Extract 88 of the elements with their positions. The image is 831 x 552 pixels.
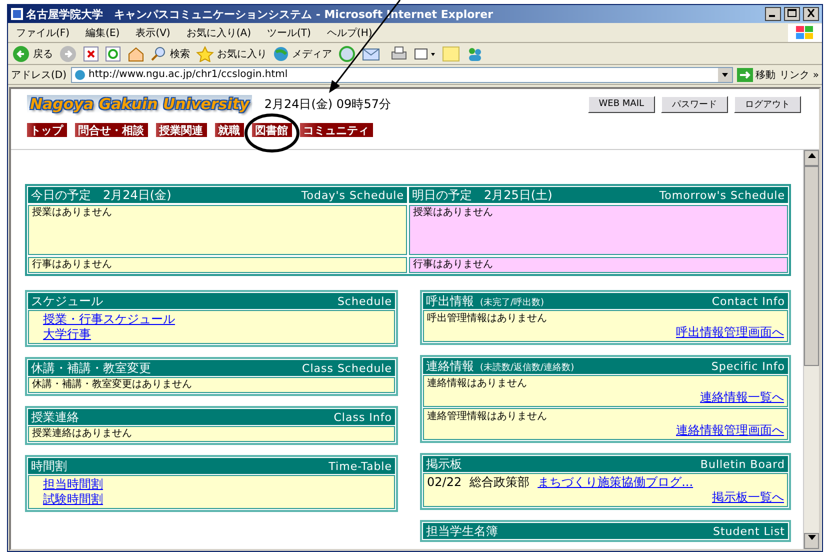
windows-flag-icon bbox=[796, 26, 814, 40]
messenger-icon[interactable] bbox=[466, 46, 484, 62]
panel-title: 時間割 bbox=[31, 458, 67, 474]
panel-link[interactable]: 授業・行事スケジュール bbox=[43, 312, 175, 327]
arrow-icon bbox=[736, 68, 753, 82]
panel-subtitle: Today's Schedule bbox=[301, 188, 404, 202]
panel-message: 呼出管理情報はありません bbox=[427, 312, 548, 325]
panel-link[interactable]: 試験時間割 bbox=[43, 492, 103, 507]
scroll-down-icon[interactable] bbox=[808, 535, 816, 541]
panel-link[interactable]: 担当時間割 bbox=[43, 477, 103, 492]
star-icon bbox=[196, 46, 214, 62]
panel-count-label: (未完了/呼出数) bbox=[480, 298, 544, 308]
panel-link[interactable]: 大学行事 bbox=[43, 327, 91, 342]
address-field[interactable]: http://www.ngu.ac.jp/chr1/ccslogin.html bbox=[70, 66, 733, 82]
schedule-cell: 授業はありません bbox=[28, 205, 407, 255]
app-icon bbox=[11, 8, 23, 20]
panel-title: 連絡情報 bbox=[426, 358, 474, 372]
header-button[interactable]: ログアウト bbox=[734, 96, 801, 112]
panel-title: 休講・補講・教室変更 bbox=[31, 360, 151, 376]
nav-tab[interactable]: トップ bbox=[27, 123, 67, 137]
minimize-button[interactable] bbox=[765, 7, 781, 21]
nav-tab[interactable]: 問合せ・相談 bbox=[75, 123, 148, 137]
menu-item[interactable]: ツール(T) bbox=[259, 26, 319, 40]
panel-title: 授業連絡 bbox=[31, 408, 79, 426]
panel-title: 呼出情報 bbox=[426, 294, 474, 308]
nav-tab[interactable]: 就職 bbox=[215, 123, 244, 137]
panel-message: 連絡管理情報はありません bbox=[427, 410, 548, 423]
menu-item[interactable]: 表示(V) bbox=[128, 26, 178, 40]
panel-message: 連絡情報はありません bbox=[427, 377, 528, 390]
edit-icon[interactable] bbox=[414, 46, 436, 62]
close-button[interactable] bbox=[803, 7, 819, 21]
panel-title: 掲示板 bbox=[426, 456, 462, 470]
panel-link[interactable]: 連絡情報管理画面へ bbox=[676, 423, 784, 437]
panel-title: 担当学生名簿 bbox=[426, 524, 498, 538]
panel-title: スケジュール bbox=[31, 292, 103, 310]
menu-item[interactable]: ファイル(F) bbox=[8, 26, 78, 40]
panel-subtitle: Tomorrow's Schedule bbox=[659, 188, 785, 202]
back-button[interactable]: 戻る bbox=[12, 44, 53, 62]
stop-icon[interactable] bbox=[83, 46, 99, 62]
panel-link[interactable]: 呼出情報管理画面へ bbox=[676, 325, 784, 339]
go-button[interactable]: 移動 bbox=[736, 68, 776, 82]
panel-subtitle: Time-Table bbox=[328, 460, 392, 472]
menu-item[interactable]: ヘルプ(H) bbox=[318, 26, 380, 40]
menu-item[interactable]: お気に入り(A) bbox=[178, 26, 259, 40]
schedule-cell: 行事はありません bbox=[409, 257, 788, 273]
panel-message: 授業連絡はありません bbox=[28, 426, 395, 442]
panel-subtitle: Contact Info bbox=[712, 294, 785, 308]
maximize-icon bbox=[787, 9, 797, 17]
nav-tab[interactable]: 授業関連 bbox=[156, 123, 207, 137]
panel-message: 休講・補講・教室変更はありません bbox=[28, 377, 395, 393]
bulletin-date: 02/22 bbox=[427, 476, 462, 489]
dropdown-icon[interactable] bbox=[718, 68, 732, 82]
panel-subtitle: Class Info bbox=[334, 410, 392, 424]
panel-link[interactable]: 連絡情報一覧へ bbox=[700, 390, 784, 404]
university-logo: Nagoya Gakuin University bbox=[27, 95, 252, 113]
panel-subtitle: Specific Info bbox=[711, 360, 785, 372]
panel-subtitle: Class Schedule bbox=[302, 362, 392, 374]
links-button[interactable]: リンク » bbox=[780, 68, 819, 82]
bulletin-link[interactable]: まちづくり施策協働ブログ... bbox=[538, 475, 694, 490]
panel-title: 明日の予定 2月25日(土) bbox=[412, 186, 552, 204]
scroll-up-icon[interactable] bbox=[808, 152, 816, 158]
scrollbar[interactable] bbox=[803, 150, 819, 549]
panel-title: 今日の予定 2月24日(金) bbox=[31, 186, 172, 204]
address-label: アドレス(D) bbox=[11, 68, 67, 82]
media-button[interactable]: メディア bbox=[273, 46, 332, 62]
panel-subtitle: Student List bbox=[712, 524, 785, 538]
header-button[interactable]: WEB MAIL bbox=[588, 96, 655, 112]
nav-tab[interactable]: コミュニティ bbox=[300, 123, 373, 137]
globe-icon bbox=[273, 46, 289, 62]
nav-tab[interactable]: 図書館 bbox=[252, 123, 292, 137]
header-button[interactable]: パスワード bbox=[661, 96, 728, 112]
search-button[interactable]: 検索 bbox=[151, 46, 190, 62]
search-icon bbox=[151, 46, 167, 62]
panel-subtitle: Bulletin Board bbox=[700, 458, 785, 470]
schedule-cell: 授業はありません bbox=[409, 205, 788, 255]
favorites-button[interactable]: お気に入り bbox=[196, 46, 267, 62]
printer-icon[interactable] bbox=[390, 46, 408, 62]
schedule-cell: 行事はありません bbox=[28, 257, 407, 273]
date-time: 2月24日(金) 09時57分 bbox=[264, 96, 391, 112]
home-icon[interactable] bbox=[127, 46, 145, 62]
panel-count-label: (未読数/返信数/連絡数) bbox=[480, 362, 574, 372]
panel-link[interactable]: 掲示板一覧へ bbox=[712, 490, 784, 504]
circle-annotation bbox=[244, 113, 300, 153]
menu-item[interactable]: 編集(E) bbox=[78, 26, 128, 40]
maximize-button[interactable] bbox=[784, 7, 800, 21]
close-icon bbox=[806, 9, 816, 17]
panel-subtitle: Schedule bbox=[337, 294, 392, 308]
bulletin-department: 総合政策部 bbox=[470, 476, 530, 489]
